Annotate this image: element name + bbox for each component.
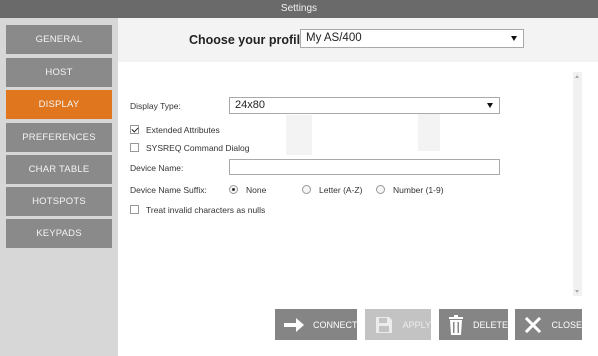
suffix-number-label: Number (1-9) (393, 185, 444, 195)
display-type-value: 24x80 (235, 99, 265, 111)
profile-select[interactable]: My AS/400 (300, 29, 524, 48)
invalid-chars-label: Treat invalid characters as nulls (146, 205, 266, 215)
profile-select-value: My AS/400 (306, 32, 362, 44)
chevron-down-icon (511, 35, 517, 41)
arrow-right-icon (283, 315, 305, 335)
suffix-none-label: None (246, 185, 267, 195)
display-settings-form: Display Type: 24x80 Extended Attributes … (118, 68, 598, 298)
sidebar-item-preferences[interactable]: PREFERENCES (6, 123, 112, 152)
background-watermark (286, 115, 312, 155)
save-icon (373, 315, 395, 335)
sidebar-item-host[interactable]: HOST (6, 58, 112, 87)
extended-attributes-label: Extended Attributes (146, 125, 220, 135)
close-icon (523, 315, 543, 335)
suffix-number-radio[interactable] (376, 185, 385, 194)
suffix-letter-label: Letter (A-Z) (319, 185, 363, 195)
close-label: CLOSE (551, 319, 582, 330)
display-type-select[interactable]: 24x80 (229, 97, 500, 114)
device-name-input[interactable] (229, 159, 500, 175)
apply-button[interactable]: APPLY (365, 309, 431, 340)
display-type-label: Display Type: (130, 101, 181, 111)
sidebar-item-general[interactable]: GENERAL (6, 25, 112, 54)
device-name-suffix-label: Device Name Suffix: (130, 185, 207, 195)
sysreq-dialog-checkbox[interactable] (130, 143, 139, 152)
main-panel: Choose your profile: My AS/400 Display T… (118, 18, 598, 356)
apply-label: APPLY (402, 319, 431, 330)
connect-label: CONNECT (313, 319, 358, 330)
device-name-label: Device Name: (130, 163, 184, 173)
window-title: Settings (0, 0, 598, 18)
extended-attributes-checkbox[interactable] (130, 125, 139, 134)
scroll-up-icon[interactable] (575, 75, 579, 78)
background-watermark (418, 113, 440, 151)
trash-icon (447, 314, 465, 335)
profile-bar: Choose your profile: My AS/400 (118, 18, 598, 62)
sidebar-item-char-table[interactable]: CHAR TABLE (6, 155, 112, 184)
sidebar-item-display[interactable]: DISPLAY (6, 90, 112, 119)
sidebar-item-keypads[interactable]: KEYPADS (6, 219, 112, 248)
sysreq-dialog-label: SYSREQ Command Dialog (146, 143, 250, 153)
sidebar-item-hotspots[interactable]: HOTSPOTS (6, 187, 112, 216)
connect-button[interactable]: CONNECT (275, 309, 358, 340)
delete-button[interactable]: DELETE (439, 309, 508, 340)
profile-label: Choose your profile: (189, 33, 312, 47)
suffix-letter-radio[interactable] (302, 185, 311, 194)
settings-window: Settings GENERAL HOST DISPLAY PREFERENCE… (0, 0, 598, 356)
invalid-chars-checkbox[interactable] (130, 205, 139, 214)
form-scrollbar[interactable] (573, 72, 582, 296)
chevron-down-icon (487, 102, 493, 108)
suffix-none-radio[interactable] (229, 185, 238, 194)
delete-label: DELETE (472, 319, 508, 330)
scroll-down-icon[interactable] (575, 290, 579, 293)
sidebar: GENERAL HOST DISPLAY PREFERENCES CHAR TA… (0, 18, 118, 356)
close-button[interactable]: CLOSE (515, 309, 582, 340)
